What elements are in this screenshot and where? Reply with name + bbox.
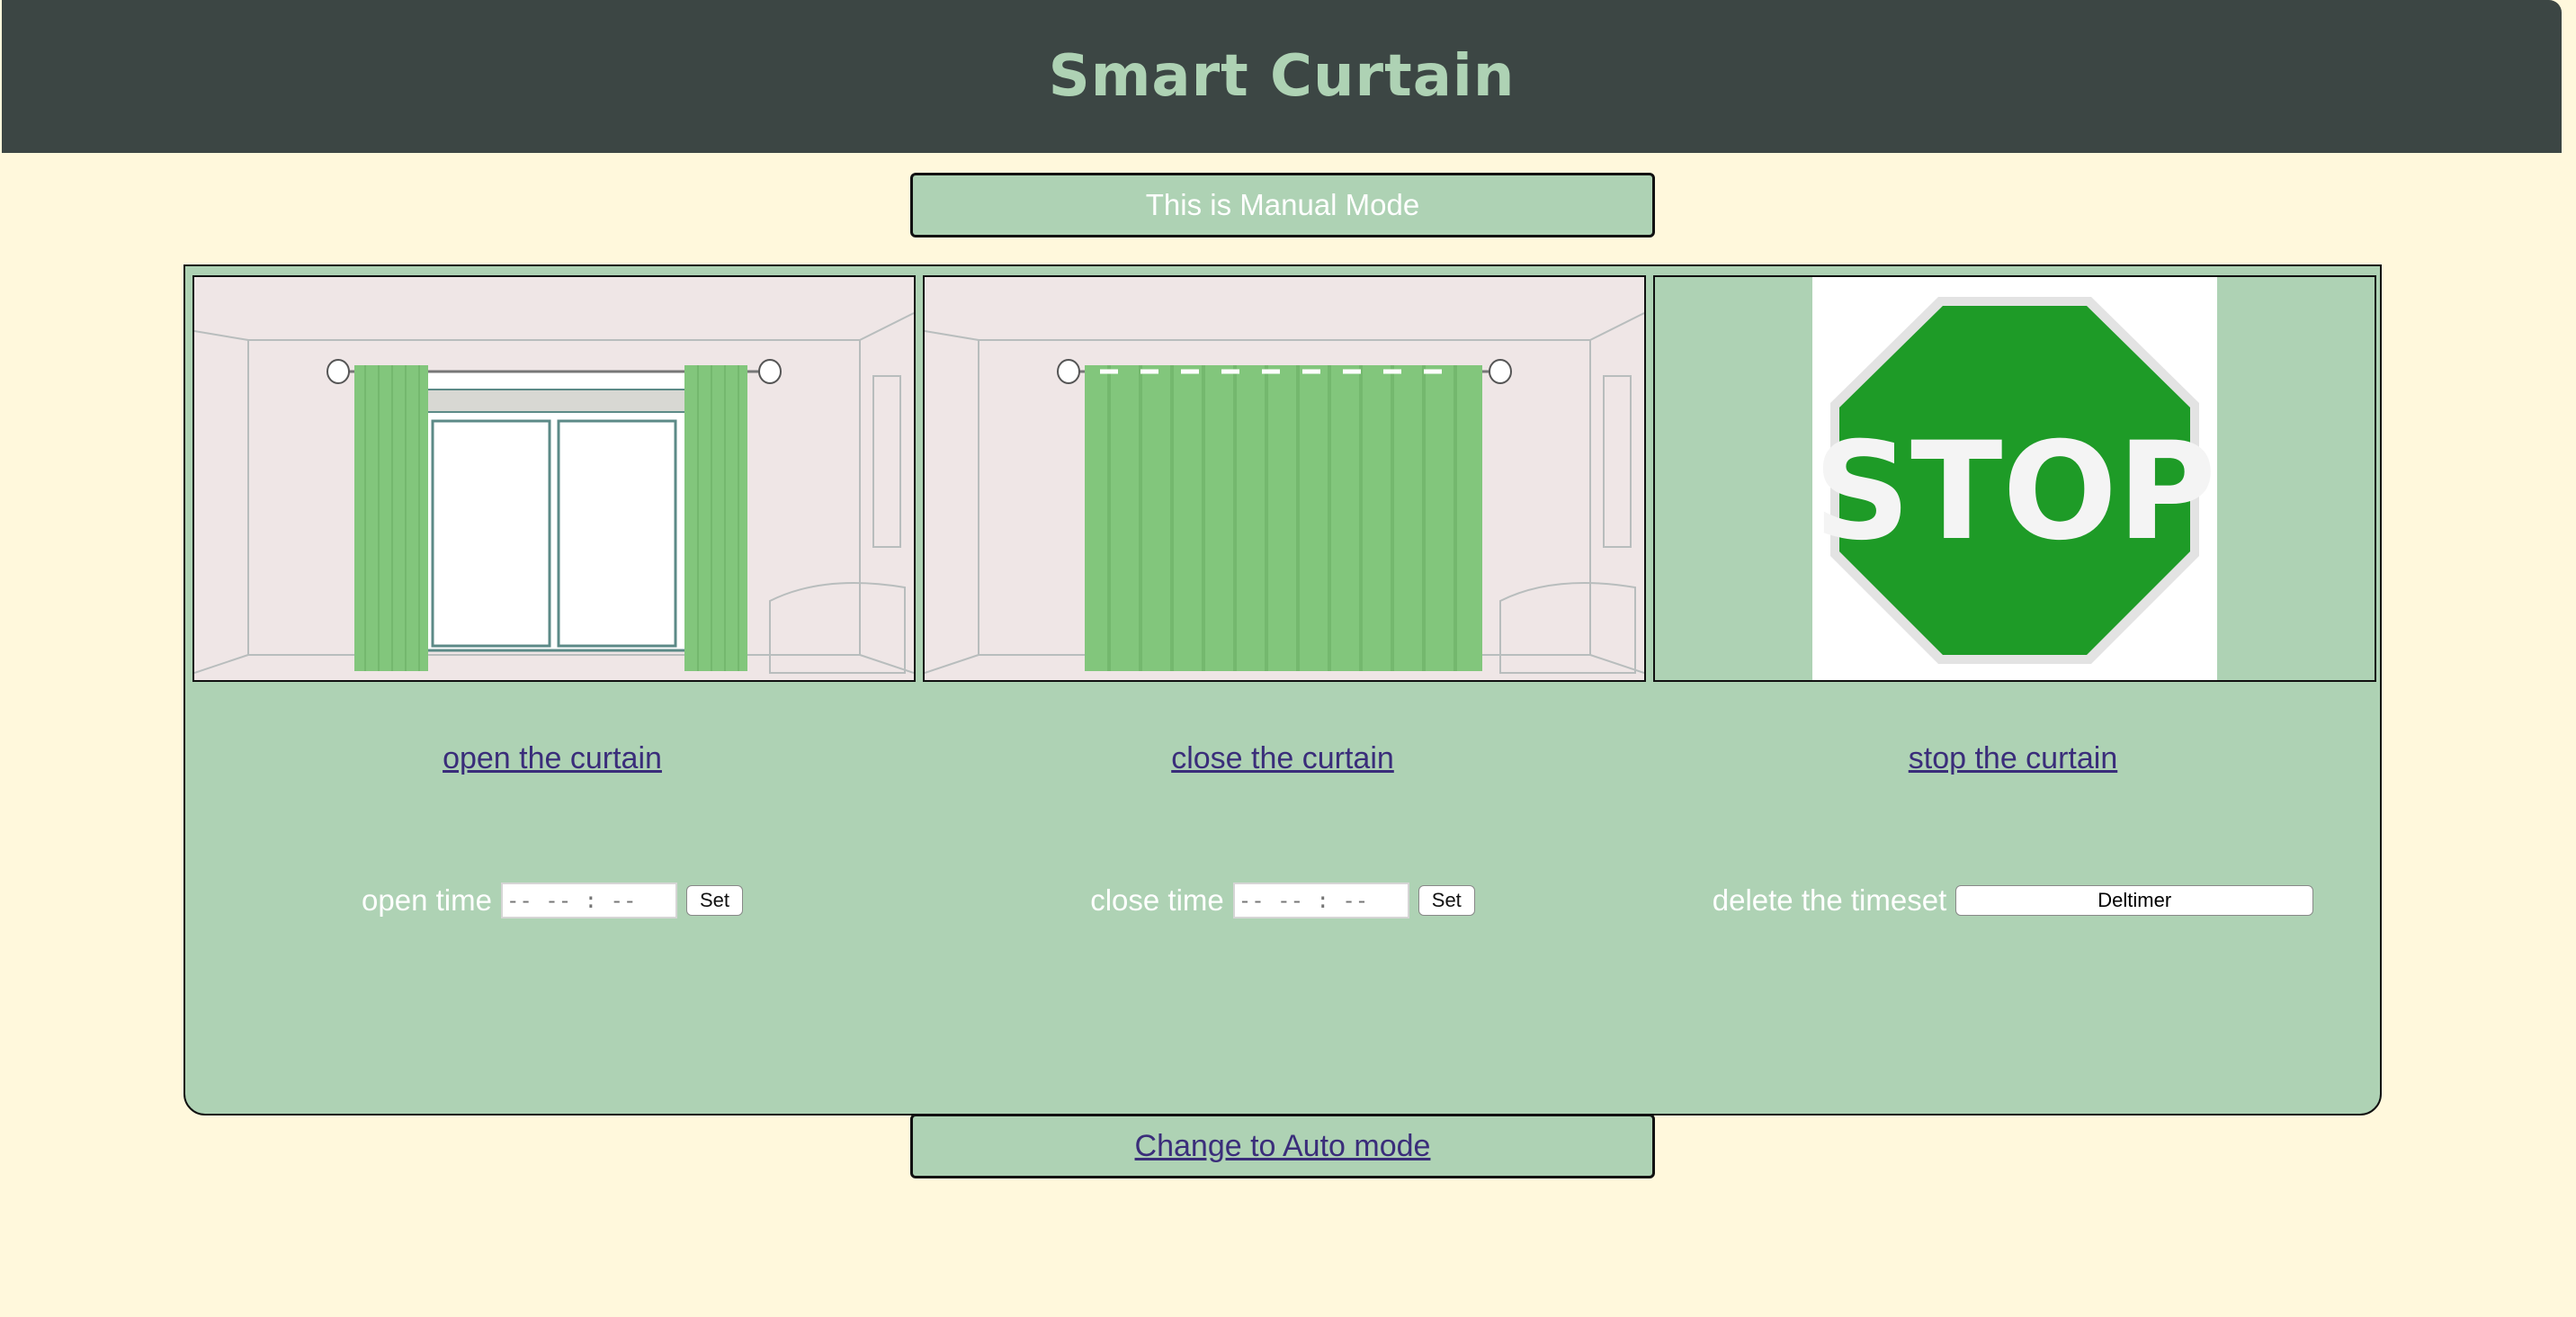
open-time-set-button[interactable]: Set: [685, 885, 743, 916]
delete-timeset-row: delete the timeset Deltimer: [1653, 878, 2373, 923]
stop-sign-text: STOP: [1813, 414, 2216, 570]
close-time-input[interactable]: [1232, 882, 1409, 918]
delete-timeset-label: delete the timeset: [1712, 883, 1947, 917]
close-time-set-button[interactable]: Set: [1418, 885, 1475, 916]
closed-curtain-image: [923, 275, 1646, 682]
open-time-label: open time: [362, 883, 492, 917]
mode-indicator: This is Manual Mode: [910, 173, 1655, 237]
auto-mode-box: Change to Auto mode: [910, 1114, 1655, 1178]
open-curtain-image: [192, 275, 916, 682]
open-time-row: open time Set: [192, 878, 912, 923]
stop-curtain-link[interactable]: stop the curtain: [1653, 741, 2373, 776]
control-panel: STOP open the curtain close the curtain …: [183, 264, 2382, 1115]
deltimer-button[interactable]: Deltimer: [1955, 885, 2314, 916]
change-to-auto-link[interactable]: Change to Auto mode: [1135, 1129, 1431, 1164]
close-time-label: close time: [1090, 883, 1224, 917]
open-time-input[interactable]: [500, 882, 677, 918]
open-curtain-link[interactable]: open the curtain: [192, 741, 912, 776]
page-title: Smart Curtain: [1048, 43, 1516, 110]
page-header: Smart Curtain: [2, 0, 2562, 153]
stop-sign-image: STOP: [1653, 275, 2376, 682]
close-curtain-link[interactable]: close the curtain: [923, 741, 1642, 776]
close-time-row: close time Set: [923, 878, 1642, 923]
mode-label: This is Manual Mode: [1145, 188, 1420, 221]
